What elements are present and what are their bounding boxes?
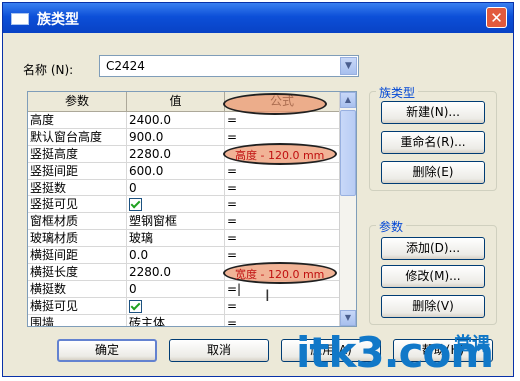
formula-header-highlight bbox=[223, 93, 327, 115]
table-row[interactable]: 横挺可见 = bbox=[28, 297, 340, 315]
param-value-cell[interactable]: 900.0 bbox=[127, 128, 225, 145]
param-value-cell[interactable]: 0 bbox=[127, 280, 225, 297]
delete-type-button[interactable]: 删除(E) bbox=[381, 161, 485, 184]
checkbox-icon[interactable] bbox=[129, 198, 142, 212]
table-row[interactable]: 竖挺间距 600.0 = bbox=[28, 162, 340, 180]
param-name-cell: 高度 bbox=[28, 112, 127, 128]
param-name-cell: 横挺间距 bbox=[28, 247, 127, 264]
window-icon bbox=[11, 13, 29, 25]
family-types-group-title: 族类型 bbox=[376, 84, 419, 101]
column-header-value[interactable]: 值 bbox=[127, 92, 225, 111]
rename-type-button[interactable]: 重命名(R)... bbox=[381, 131, 485, 154]
param-name-cell: 窗框材质 bbox=[28, 213, 127, 230]
table-row[interactable]: 窗框材质 塑钢窗框 = bbox=[28, 213, 340, 231]
family-types-dialog: 族类型 ✕ 名称 (N): C2424 ▼ 参数 值 公式 高度2400.0=默… bbox=[2, 2, 514, 377]
param-name-cell: 竖挺高度 bbox=[28, 145, 127, 162]
param-formula-cell[interactable]: = bbox=[225, 230, 340, 247]
param-name-cell: 竖挺数 bbox=[28, 179, 127, 196]
param-name-cell: 横挺数 bbox=[28, 280, 127, 297]
text-cursor-icon: I bbox=[265, 286, 270, 305]
param-formula-cell[interactable]: = bbox=[225, 162, 340, 179]
parameters-grid[interactable]: 参数 值 公式 高度2400.0=默认窗台高度900.0=竖挺高度2280.0竖… bbox=[27, 91, 357, 327]
param-name-cell: 竖挺可见 bbox=[28, 196, 127, 213]
grid-scrollbar[interactable]: ▲ ▼ bbox=[339, 92, 356, 326]
param-name-cell: 竖挺间距 bbox=[28, 162, 127, 179]
formula-highlight-1: 高度 - 120.0 mm bbox=[223, 143, 337, 165]
formula-highlight-2: 宽度 - 120.0 mm bbox=[223, 262, 337, 284]
formula-height-text: 高度 - 120.0 mm bbox=[235, 149, 325, 162]
param-value-cell[interactable] bbox=[127, 196, 225, 213]
checkbox-icon[interactable] bbox=[129, 299, 142, 313]
ok-button[interactable]: 确定 bbox=[57, 339, 157, 362]
close-icon[interactable]: ✕ bbox=[486, 7, 507, 28]
scrollbar-thumb[interactable] bbox=[340, 110, 356, 196]
cancel-button[interactable]: 取消 bbox=[169, 339, 269, 362]
param-value-cell[interactable] bbox=[127, 297, 225, 314]
table-row[interactable]: 高度 2400.0 = bbox=[28, 112, 340, 129]
table-row[interactable]: 玻璃材质 玻璃 = bbox=[28, 230, 340, 248]
param-formula-cell[interactable]: = bbox=[225, 213, 340, 230]
param-name-cell: 默认窗台高度 bbox=[28, 128, 127, 145]
param-value-cell[interactable]: 0 bbox=[127, 179, 225, 196]
dialog-title: 族类型 bbox=[37, 12, 79, 28]
param-formula-cell[interactable]: = bbox=[225, 297, 340, 314]
scroll-up-icon[interactable]: ▲ bbox=[340, 92, 356, 108]
name-label: 名称 (N): bbox=[23, 63, 74, 77]
modify-parameter-button[interactable]: 修改(M)... bbox=[381, 265, 485, 288]
type-name-dropdown[interactable]: C2424 ▼ bbox=[99, 55, 359, 77]
param-name-cell: 玻璃材质 bbox=[28, 230, 127, 247]
param-formula-cell[interactable]: = bbox=[225, 196, 340, 213]
table-row[interactable]: 竖挺可见 = bbox=[28, 196, 340, 214]
type-name-value: C2424 bbox=[106, 59, 145, 73]
title-bar: 族类型 ✕ bbox=[3, 3, 513, 33]
param-value-cell[interactable]: 塑钢窗框 bbox=[127, 213, 225, 230]
add-parameter-button[interactable]: 添加(D)... bbox=[381, 237, 485, 260]
chevron-down-icon[interactable]: ▼ bbox=[340, 57, 357, 75]
param-value-cell[interactable]: 2400.0 bbox=[127, 112, 225, 128]
table-row[interactable]: 围墙 砖主体 = bbox=[28, 314, 340, 326]
param-name-cell: 横挺长度 bbox=[28, 264, 127, 280]
param-value-cell[interactable]: 2280.0 bbox=[127, 145, 225, 162]
parameters-group-title: 参数 bbox=[376, 218, 407, 235]
delete-parameter-button[interactable]: 删除(V) bbox=[381, 295, 485, 318]
param-value-cell[interactable]: 玻璃 bbox=[127, 230, 225, 247]
param-value-cell[interactable]: 2280.0 bbox=[127, 264, 225, 280]
watermark-sub: 堂课 bbox=[454, 334, 490, 355]
param-name-cell: 横挺可见 bbox=[28, 297, 127, 314]
param-name-cell: 围墙 bbox=[28, 314, 127, 326]
scroll-down-icon[interactable]: ▼ bbox=[340, 310, 356, 326]
param-formula-cell[interactable]: = bbox=[225, 247, 340, 264]
param-value-cell[interactable]: 0.0 bbox=[127, 247, 225, 264]
param-value-cell[interactable]: 600.0 bbox=[127, 162, 225, 179]
table-row[interactable]: 竖挺数 0 = bbox=[28, 179, 340, 197]
param-formula-cell[interactable]: = bbox=[225, 314, 340, 326]
param-formula-cell[interactable]: = bbox=[225, 179, 340, 196]
formula-width-text: 宽度 - 120.0 mm bbox=[235, 268, 325, 281]
param-value-cell[interactable]: 砖主体 bbox=[127, 314, 225, 326]
column-header-parameter[interactable]: 参数 bbox=[28, 92, 127, 111]
new-type-button[interactable]: 新建(N)... bbox=[381, 101, 485, 124]
